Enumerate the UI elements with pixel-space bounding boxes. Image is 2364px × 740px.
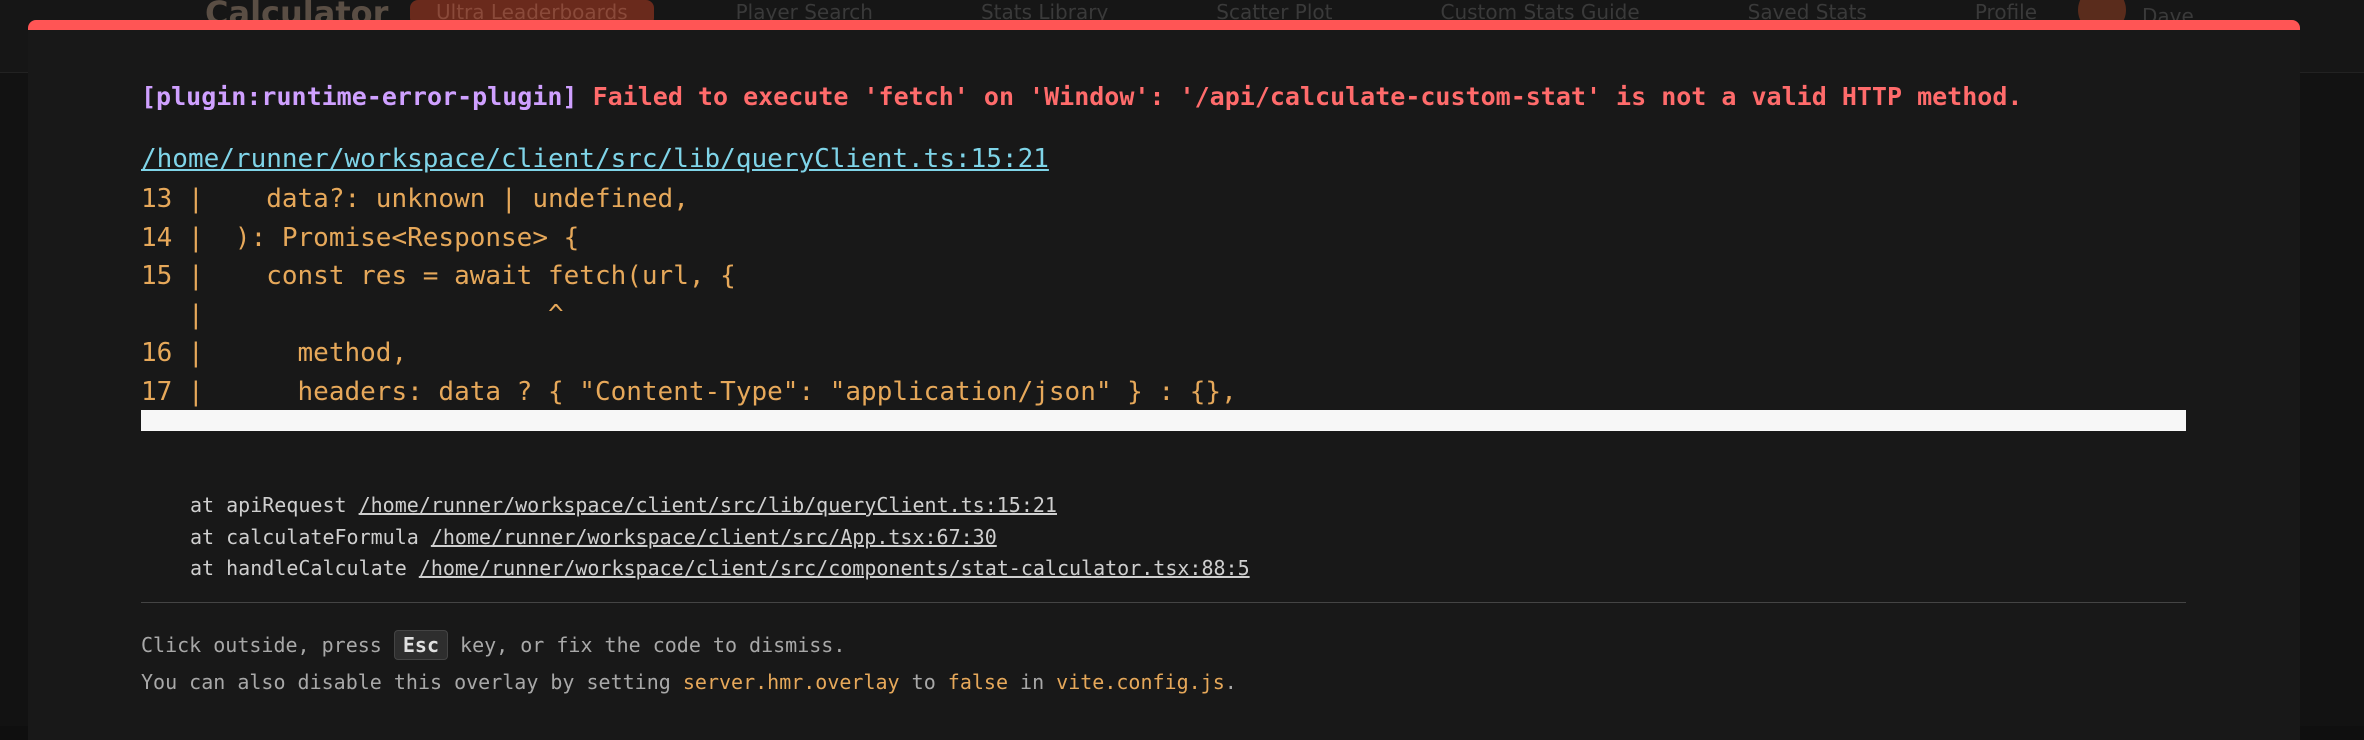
tip-text: in [1008, 670, 1057, 694]
error-message: [plugin:runtime-error-plugin] Failed to … [141, 82, 2022, 111]
tip-text: You can also disable this overlay by set… [141, 670, 683, 694]
esc-key-badge: Esc [393, 630, 448, 660]
stack-fn: at calculateFormula [190, 524, 419, 549]
stack-location-link[interactable]: /home/runner/workspace/client/src/App.ts… [431, 525, 997, 549]
stack-location-link[interactable]: /home/runner/workspace/client/src/compon… [419, 556, 1250, 580]
dismiss-tip: Click outside, press Esc key, or fix the… [141, 627, 1237, 701]
tip-text: to [899, 670, 948, 694]
stack-line: at apiRequest /home/runner/workspace/cli… [190, 490, 1250, 522]
tip-value: false [947, 670, 1008, 694]
divider [141, 602, 2186, 603]
stack-line: at handleCalculate /home/runner/workspac… [190, 553, 1250, 585]
error-overlay: [plugin:runtime-error-plugin] Failed to … [28, 20, 2300, 740]
tip-line-1: Click outside, press Esc key, or fix the… [141, 627, 1237, 664]
tip-setting: server.hmr.overlay [682, 670, 900, 694]
tip-text: key, or fix the code to dismiss. [448, 633, 846, 657]
tip-file: vite.config.js [1056, 670, 1225, 694]
plugin-label: [plugin:runtime-error-plugin] [141, 82, 578, 111]
stack-location-link[interactable]: /home/runner/workspace/client/src/lib/qu… [359, 493, 1057, 517]
code-frame: 13 | data?: unknown | undefined, 14 | ):… [141, 184, 1237, 407]
stack-trace: at apiRequest /home/runner/workspace/cli… [190, 490, 1250, 585]
code-frame-scrollbar[interactable] [141, 410, 2186, 431]
error-file-link[interactable]: /home/runner/workspace/client/src/lib/qu… [141, 144, 1049, 174]
stack-line: at calculateFormula /home/runner/workspa… [190, 522, 1250, 554]
stack-fn: at handleCalculate [190, 556, 407, 580]
tip-line-2: You can also disable this overlay by set… [141, 664, 1237, 701]
error-text: Failed to execute 'fetch' on 'Window': '… [592, 82, 2023, 111]
tip-text: Click outside, press [141, 633, 394, 657]
stack-fn: at apiRequest [190, 493, 347, 517]
tip-text: . [1224, 670, 1237, 694]
